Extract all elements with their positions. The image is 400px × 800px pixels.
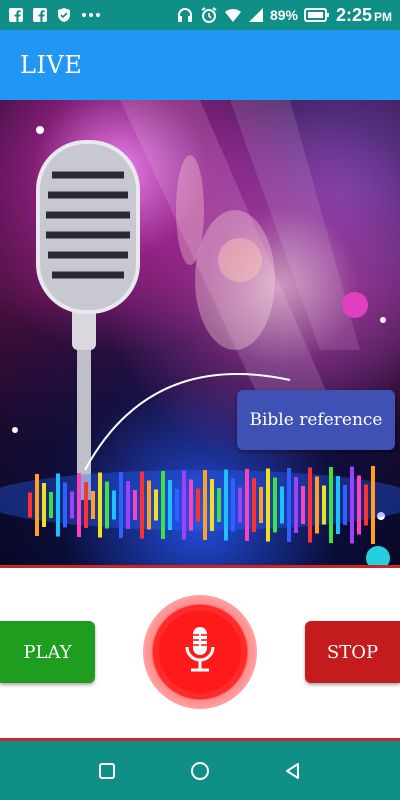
equalizer-bar <box>322 485 326 525</box>
equalizer-bar <box>168 480 172 530</box>
equalizer-bar <box>35 474 39 536</box>
equalizer-bar <box>133 490 137 520</box>
equalizer-bar <box>147 480 151 530</box>
equalizer-bar <box>238 487 242 523</box>
equalizer-bar <box>350 466 354 544</box>
facebook-icon <box>8 7 24 23</box>
equalizer-bar <box>28 492 32 518</box>
equalizer-bar <box>126 481 130 529</box>
equalizer-bar <box>301 486 305 524</box>
equalizer-bar <box>140 471 144 539</box>
equalizer-bar <box>42 483 46 527</box>
more-dots-icon <box>80 7 102 23</box>
equalizer-bar <box>77 473 81 537</box>
recents-square-icon[interactable] <box>87 751 127 791</box>
hero-image: Bible reference <box>0 100 400 565</box>
equalizer-bar <box>273 477 277 533</box>
status-time: 2:25 <box>335 4 372 25</box>
equalizer-bar <box>371 466 375 544</box>
headphones-icon <box>176 6 194 24</box>
equalizer-bar <box>259 487 263 523</box>
facebook-icon <box>32 7 48 23</box>
equalizer-bar <box>196 488 200 522</box>
page-title: LIVE <box>20 51 83 79</box>
equalizer-bar <box>175 489 179 521</box>
equalizer-bar <box>105 481 109 529</box>
equalizer-bar <box>112 490 116 520</box>
equalizer-bar <box>49 492 53 518</box>
equalizer-bar <box>56 473 60 537</box>
equalizer-bar <box>84 482 88 528</box>
equalizer-bar <box>231 478 235 532</box>
equalizer-bar <box>217 488 221 522</box>
microphone-icon <box>180 625 220 680</box>
status-left-icons <box>8 7 102 23</box>
equalizer-bar <box>308 467 312 543</box>
equalizer-bar <box>343 485 347 525</box>
equalizer-bar <box>294 477 298 533</box>
equalizer-bar <box>210 479 214 531</box>
alarm-icon <box>200 6 218 24</box>
record-button[interactable] <box>143 595 257 709</box>
stop-button[interactable]: STOP <box>305 621 400 683</box>
equalizer-bar <box>245 469 249 541</box>
status-bar: 89% 2:25 PM <box>0 0 400 30</box>
controls-panel: PLAY STOP <box>0 568 400 738</box>
equalizer-bar <box>161 471 165 539</box>
record-button-inner <box>159 611 241 693</box>
equalizer-bar <box>182 470 186 540</box>
home-circle-icon[interactable] <box>180 751 220 791</box>
wifi-icon <box>224 6 242 24</box>
signal-icon <box>248 7 264 23</box>
status-ampm: PM <box>374 9 392 24</box>
shield-icon <box>56 7 72 23</box>
hero-illustration <box>0 100 400 565</box>
back-triangle-icon[interactable] <box>273 751 313 791</box>
equalizer-bar <box>329 467 333 543</box>
equalizer-bar <box>154 489 158 521</box>
equalizer-bar <box>70 491 74 519</box>
play-button[interactable]: PLAY <box>0 621 95 683</box>
equalizer-bar <box>336 476 340 534</box>
bible-reference-button[interactable]: Bible reference <box>237 390 395 450</box>
equalizer-bar <box>357 475 361 535</box>
equalizer-bar <box>189 479 193 531</box>
battery-percent: 89% <box>269 7 298 23</box>
equalizer-bar <box>119 472 123 538</box>
equalizer-bar <box>364 484 368 526</box>
equalizer-bar <box>266 468 270 542</box>
status-right-icons: 89% 2:25 PM <box>176 5 392 26</box>
equalizer-bar <box>91 491 95 519</box>
equalizer-bar <box>287 468 291 542</box>
equalizer-bar <box>252 478 256 532</box>
navigation-bar <box>0 741 400 800</box>
app-bar: LIVE <box>0 30 400 100</box>
equalizer-bar <box>280 486 284 524</box>
battery-icon <box>303 7 330 23</box>
equalizer-bar <box>203 470 207 540</box>
equalizer-bar <box>63 482 67 528</box>
equalizer-bar <box>98 472 102 538</box>
equalizer-bar <box>315 476 319 534</box>
equalizer-bar <box>224 469 228 541</box>
